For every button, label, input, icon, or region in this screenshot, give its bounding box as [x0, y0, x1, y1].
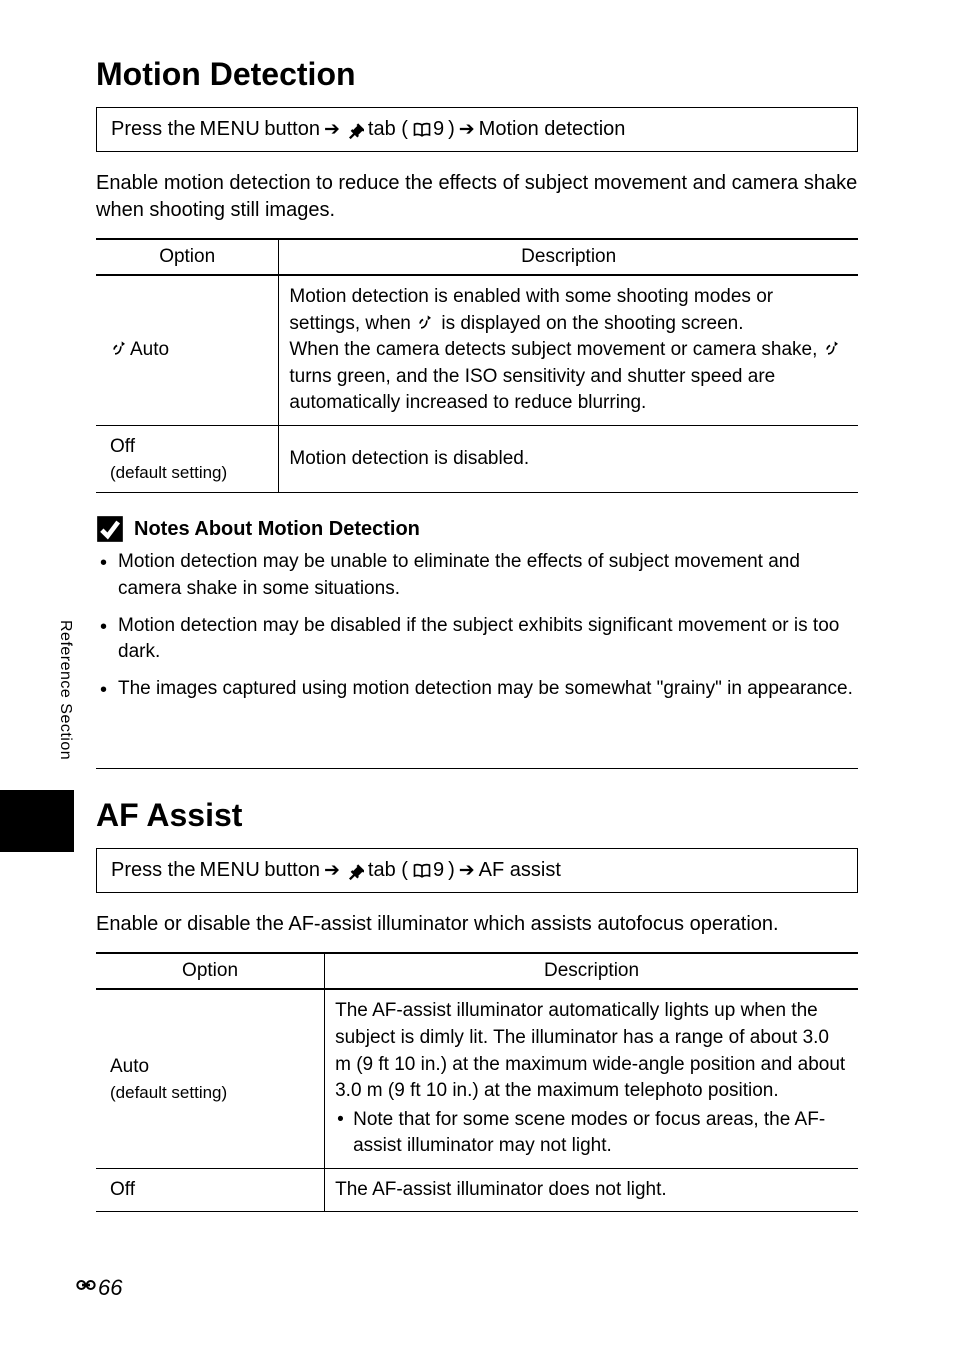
- motion-options-table: Option Description Auto Motion detection…: [96, 238, 858, 493]
- description-cell: The AF-assist illuminator does not light…: [325, 1168, 858, 1212]
- col-description: Description: [325, 953, 858, 989]
- motion-detection-heading: Motion Detection: [96, 56, 858, 93]
- notes-heading: Notes About Motion Detection: [96, 515, 858, 543]
- table-row: Off The AF-assist illuminator does not l…: [96, 1168, 858, 1212]
- nav-text: button: [264, 859, 320, 882]
- nav-text: Press the: [111, 118, 195, 141]
- table-header-row: Option Description: [96, 239, 858, 275]
- motion-notes-block: Notes About Motion Detection Motion dete…: [96, 515, 858, 702]
- nav-text: ): [448, 859, 455, 882]
- arrow-icon: ➔: [459, 118, 475, 141]
- af-intro-text: Enable or disable the AF-assist illumina…: [96, 911, 858, 938]
- description-cell: Motion detection is disabled.: [279, 425, 858, 492]
- menu-button-label: MENU: [199, 118, 260, 141]
- table-row: Auto Motion detection is enabled with so…: [96, 275, 858, 425]
- arrow-icon: ➔: [324, 859, 340, 882]
- motion-icon: [416, 312, 436, 332]
- table-row: Off (default setting) Motion detection i…: [96, 425, 858, 492]
- desc-text: turns green, and the ISO sensitivity and…: [289, 366, 775, 414]
- motion-icon: [823, 338, 843, 358]
- arrow-icon: ➔: [459, 859, 475, 882]
- option-label: Auto: [110, 1056, 149, 1077]
- page-ref: 9: [412, 859, 444, 882]
- nav-text: ): [448, 118, 455, 141]
- description-cell: The AF-assist illuminator automatically …: [325, 989, 858, 1168]
- wrench-icon: [344, 861, 364, 881]
- motion-nav-path: Press the MENU button ➔ tab ( 9 ) ➔ Moti…: [96, 107, 858, 152]
- page-footer: 66: [76, 1275, 122, 1301]
- motion-icon: [110, 338, 130, 358]
- notes-list: Motion detection may be unable to elimin…: [96, 549, 858, 702]
- page-ref-number: 9: [433, 118, 444, 141]
- col-description: Description: [279, 239, 858, 275]
- col-option: Option: [96, 239, 279, 275]
- nav-target: AF assist: [479, 859, 561, 882]
- option-label: Off: [110, 436, 135, 457]
- table-header-row: Option Description: [96, 953, 858, 989]
- list-item: The images captured using motion detecti…: [96, 676, 858, 703]
- notes-title: Notes About Motion Detection: [134, 518, 420, 541]
- nav-text: tab (: [368, 118, 408, 141]
- nav-text: Press the: [111, 859, 195, 882]
- page-number: 66: [98, 1275, 122, 1301]
- arrow-icon: ➔: [324, 118, 340, 141]
- page-ref: 9: [412, 118, 444, 141]
- list-item: Note that for some scene modes or focus …: [335, 1107, 848, 1160]
- af-options-table: Option Description Auto (default setting…: [96, 952, 858, 1212]
- option-cell: Auto (default setting): [96, 989, 325, 1168]
- inner-bullet-list: Note that for some scene modes or focus …: [335, 1107, 848, 1160]
- option-label: Off: [110, 1179, 135, 1200]
- description-cell: Motion detection is enabled with some sh…: [279, 275, 858, 425]
- book-icon: [412, 120, 432, 140]
- option-sublabel: (default setting): [110, 1081, 314, 1105]
- section-divider: [96, 768, 858, 769]
- desc-text: The AF-assist illuminator automatically …: [335, 1000, 845, 1101]
- motion-intro-text: Enable motion detection to reduce the ef…: [96, 170, 858, 224]
- desc-text: is displayed on the shooting screen.: [441, 313, 743, 334]
- option-cell: Off (default setting): [96, 425, 279, 492]
- option-sublabel: (default setting): [110, 461, 268, 485]
- option-cell: Auto: [96, 275, 279, 425]
- book-icon: [412, 861, 432, 881]
- af-assist-heading: AF Assist: [96, 797, 858, 834]
- page-ref-number: 9: [433, 859, 444, 882]
- af-nav-path: Press the MENU button ➔ tab ( 9 ) ➔ AF a…: [96, 848, 858, 893]
- warning-icon: [96, 515, 124, 543]
- wrench-icon: [344, 120, 364, 140]
- table-row: Auto (default setting) The AF-assist ill…: [96, 989, 858, 1168]
- side-tab-marker: [0, 790, 74, 852]
- nav-text: tab (: [368, 859, 408, 882]
- option-label: Auto: [130, 339, 169, 360]
- list-item: Motion detection may be disabled if the …: [96, 613, 858, 666]
- desc-text: When the camera detects subject movement…: [289, 339, 822, 360]
- nav-text: button: [264, 118, 320, 141]
- list-item: Motion detection may be unable to elimin…: [96, 549, 858, 602]
- col-option: Option: [96, 953, 325, 989]
- option-cell: Off: [96, 1168, 325, 1212]
- nav-target: Motion detection: [479, 118, 626, 141]
- link-icon: [76, 1275, 96, 1295]
- menu-button-label: MENU: [199, 859, 260, 882]
- side-tab-label: Reference Section: [56, 620, 74, 768]
